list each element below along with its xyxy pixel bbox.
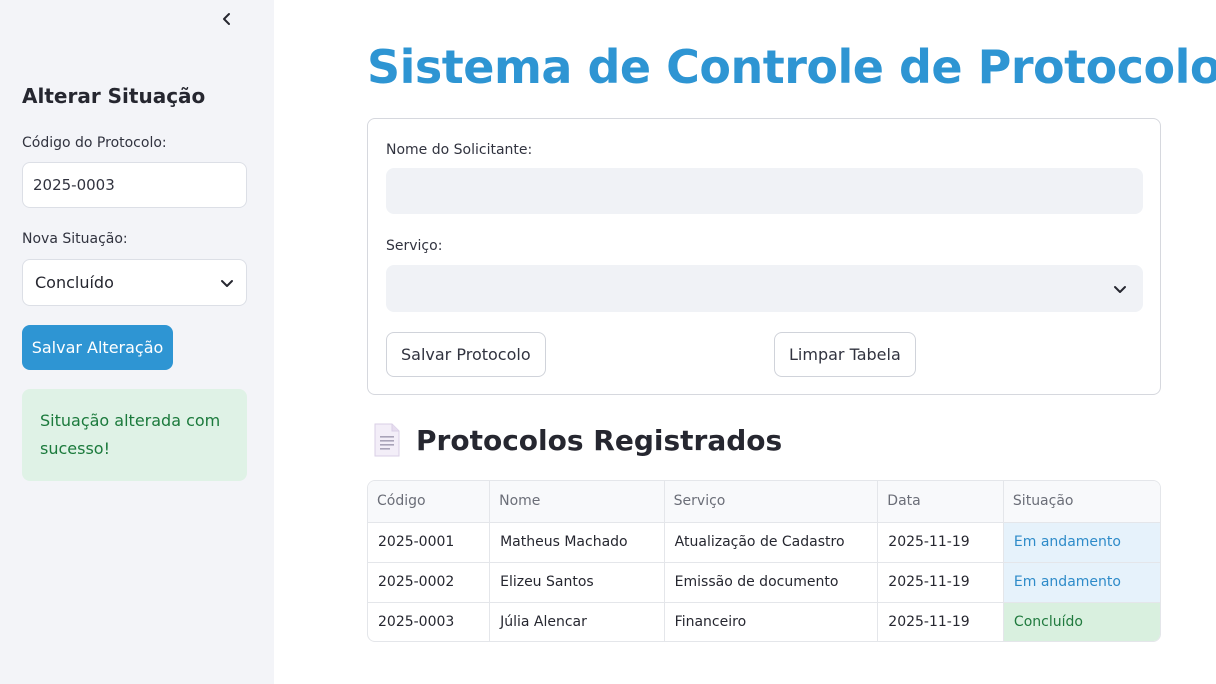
service-label: Serviço:: [386, 238, 443, 254]
new-status-select[interactable]: Concluído: [22, 259, 247, 306]
column-header-status[interactable]: Situação: [1003, 481, 1160, 523]
sidebar-heading: Alterar Situação: [22, 84, 206, 108]
column-header-name[interactable]: Nome: [489, 481, 665, 523]
table-row: 2025-0002 Elizeu Santos Emissão de docum…: [368, 562, 1160, 603]
requester-name-label: Nome do Solicitante:: [386, 142, 533, 158]
clear-table-button[interactable]: Limpar Tabela: [774, 332, 916, 377]
cell-name[interactable]: Júlia Alencar: [489, 602, 665, 641]
cell-service[interactable]: Atualização de Cadastro: [664, 522, 879, 563]
column-header-service[interactable]: Serviço: [664, 481, 879, 523]
cell-name[interactable]: Elizeu Santos: [489, 562, 665, 603]
protocols-table: Código Nome Serviço Data Situação 2025-0…: [367, 480, 1161, 642]
table-header-row: Código Nome Serviço Data Situação: [368, 481, 1160, 523]
chevron-down-icon: [221, 279, 233, 287]
protocol-code-label: Código do Protocolo:: [22, 135, 167, 151]
new-status-label: Nova Situação:: [22, 231, 128, 247]
table-row: 2025-0003 Júlia Alencar Financeiro 2025-…: [368, 602, 1160, 641]
new-status-value: Concluído: [35, 273, 114, 292]
cell-status[interactable]: Concluído: [1003, 602, 1160, 641]
success-alert: Situação alterada com sucesso!: [22, 389, 247, 481]
cell-service[interactable]: Emissão de documento: [664, 562, 879, 603]
sidebar: Alterar Situação Código do Protocolo: 20…: [0, 0, 274, 684]
cell-name[interactable]: Matheus Machado: [489, 522, 665, 563]
cell-code[interactable]: 2025-0002: [368, 562, 491, 603]
table-row: 2025-0001 Matheus Machado Atualização de…: [368, 522, 1160, 563]
requester-name-input[interactable]: [386, 168, 1143, 214]
cell-date[interactable]: 2025-11-19: [877, 602, 1004, 641]
cell-code[interactable]: 2025-0001: [368, 522, 491, 563]
protocol-form: Nome do Solicitante: Serviço: Salvar Pro…: [367, 118, 1161, 395]
cell-date[interactable]: 2025-11-19: [877, 562, 1004, 603]
chevron-down-icon: [1114, 285, 1126, 293]
chevron-left-icon: [223, 13, 230, 25]
service-select[interactable]: [386, 265, 1143, 312]
column-header-date[interactable]: Data: [877, 481, 1004, 523]
save-change-button[interactable]: Salvar Alteração: [22, 325, 173, 370]
cell-service[interactable]: Financeiro: [664, 602, 879, 641]
cell-code[interactable]: 2025-0003: [368, 602, 491, 641]
cell-status[interactable]: Em andamento: [1003, 562, 1160, 603]
cell-date[interactable]: 2025-11-19: [877, 522, 1004, 563]
protocol-code-input[interactable]: 2025-0003: [22, 162, 247, 208]
page-title: Sistema de Controle de Protocolos: [367, 40, 1216, 94]
cell-status[interactable]: Em andamento: [1003, 522, 1160, 563]
save-protocol-button[interactable]: Salvar Protocolo: [386, 332, 546, 377]
success-message: Situação alterada com sucesso!: [40, 411, 221, 458]
registered-protocols-heading: Protocolos Registrados: [372, 422, 782, 458]
collapse-sidebar-button[interactable]: [216, 8, 238, 30]
document-icon: [374, 423, 400, 457]
protocol-code-value: 2025-0003: [33, 176, 115, 194]
column-header-code[interactable]: Código: [368, 481, 491, 523]
section-title: Protocolos Registrados: [416, 423, 783, 457]
